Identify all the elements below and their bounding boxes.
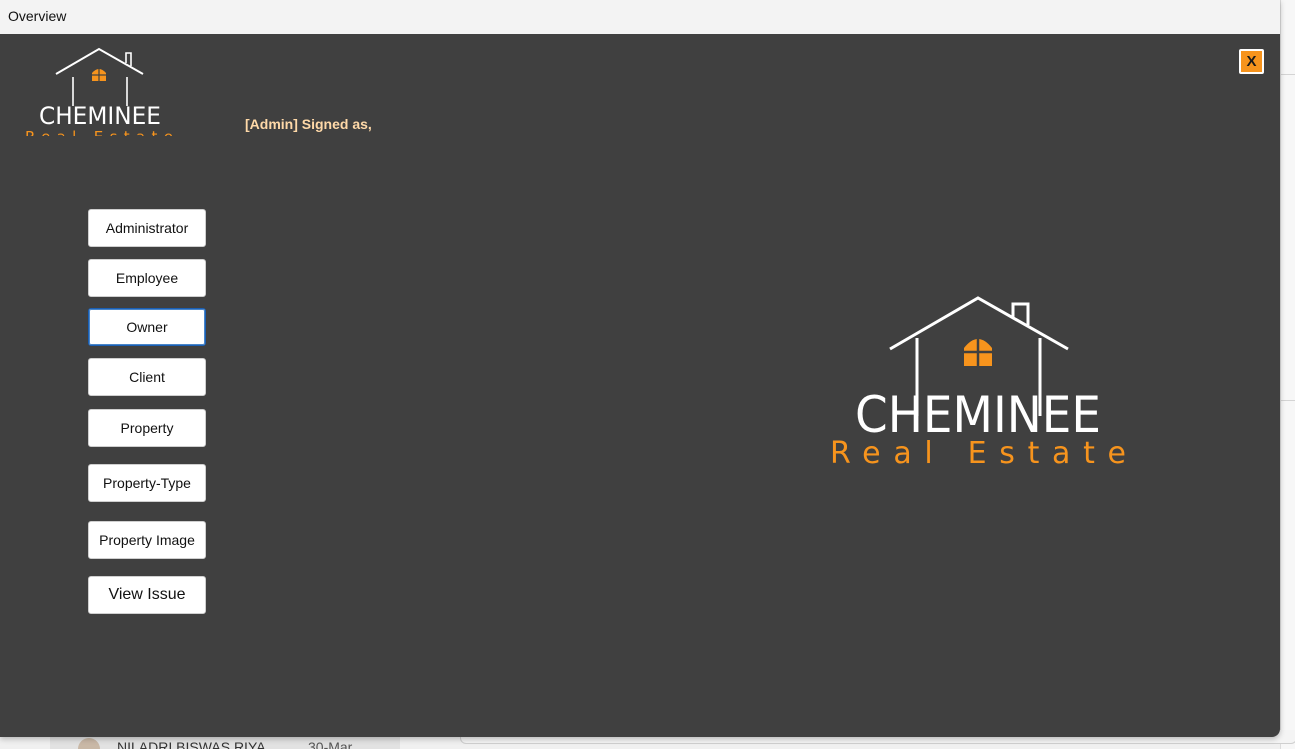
close-button[interactable]: X: [1239, 49, 1264, 74]
property-type-button[interactable]: Property-Type: [88, 464, 206, 502]
list-item-date: 30-Mar: [308, 739, 353, 749]
background-right-panel: [1280, 0, 1295, 749]
client-button[interactable]: Client: [88, 358, 206, 396]
owner-button[interactable]: Owner: [88, 308, 206, 346]
window-title: Overview: [8, 8, 67, 24]
main-panel: CHEMINEE Real Estate [Admin] Signed as, …: [0, 34, 1280, 737]
avatar: [78, 738, 100, 749]
list-item-name: NILADRI BISWAS RIYA: [117, 739, 266, 749]
divider: [1281, 400, 1295, 401]
divider: [1281, 74, 1295, 75]
overview-window: Overview CHEMINEE Real Estate [Admin] Si…: [0, 0, 1280, 737]
property-image-button[interactable]: Property Image: [88, 521, 206, 559]
view-issue-button[interactable]: View Issue: [88, 576, 206, 614]
employee-button[interactable]: Employee: [88, 259, 206, 297]
logo-tagline: Real Estate: [25, 128, 173, 136]
small-logo-icon: CHEMINEE Real Estate: [25, 47, 173, 136]
title-bar: Overview: [0, 0, 1280, 34]
administrator-button[interactable]: Administrator: [88, 209, 206, 247]
close-icon: X: [1246, 53, 1257, 70]
house-logo-icon: CHEMINEE Real Estate: [830, 296, 1126, 471]
property-button[interactable]: Property: [88, 409, 206, 447]
signed-in-label: [Admin] Signed as,: [245, 116, 372, 132]
logo-name: CHEMINEE: [39, 102, 161, 130]
